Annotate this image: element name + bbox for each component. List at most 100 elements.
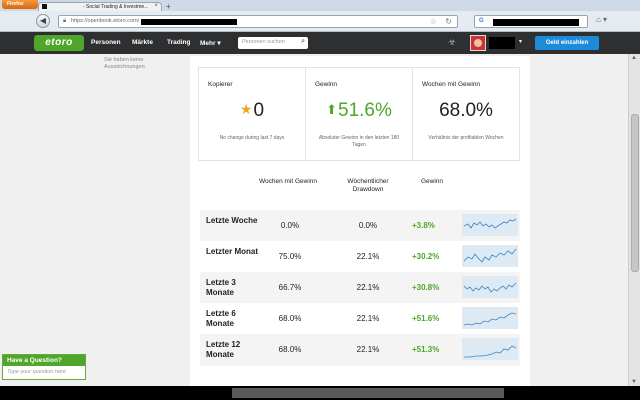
weeks-with-gain-cell: 0.0% bbox=[280, 221, 300, 230]
header-weeks-with-gain: Wochen mit Gewinn bbox=[258, 178, 318, 185]
back-icon[interactable]: ◀ bbox=[36, 14, 50, 28]
star-icon: ★ bbox=[239, 101, 253, 117]
weeks-with-gain-cell: 68.0% bbox=[278, 314, 302, 323]
menu-personen[interactable]: Personen bbox=[91, 39, 121, 46]
url-redacted bbox=[141, 19, 237, 25]
drawdown-cell: 0.0% bbox=[358, 221, 378, 230]
browser-navbar: - Social Trading & Investme... × + ◀ 🔒︎ … bbox=[0, 2, 640, 32]
weeks-with-gain-cell: 75.0% bbox=[278, 252, 302, 261]
stat-copiers: Kopierer ★0 No change during last 7 days bbox=[199, 68, 306, 160]
menu-mehr-label: Mehr bbox=[200, 40, 216, 47]
search-icon[interactable]: ⌕ bbox=[301, 38, 305, 46]
gain-cell: +51.3% bbox=[412, 345, 440, 354]
lock-icon: 🔒︎ bbox=[63, 18, 67, 24]
stat-gain: Gewinn ⬆51.6% Absoluter Gewinn in den le… bbox=[306, 68, 413, 160]
period-label: Letzte 6 Monate bbox=[206, 309, 236, 328]
stats-summary: Kopierer ★0 No change during last 7 days… bbox=[198, 67, 520, 161]
menu-trading[interactable]: Trading bbox=[167, 39, 190, 46]
menu-maerkte[interactable]: Märkte bbox=[132, 39, 153, 46]
period-label: Letzter Monat bbox=[206, 247, 258, 256]
avatar[interactable] bbox=[470, 35, 486, 51]
table-row: Letzter Monat 75.0% 22.1% +30.2% bbox=[200, 241, 520, 273]
etoro-logo[interactable]: etoro bbox=[34, 35, 84, 51]
question-input[interactable]: Type your question here bbox=[7, 369, 66, 375]
notifications-icon[interactable]: ☣ bbox=[448, 37, 456, 48]
deposit-button[interactable]: Geld einzahlen bbox=[535, 36, 599, 50]
sparkline-chart bbox=[462, 338, 518, 360]
scroll-up-icon[interactable]: ▲ bbox=[631, 55, 637, 61]
scroll-thumb[interactable] bbox=[631, 114, 639, 272]
copiers-value: 0 bbox=[253, 100, 265, 121]
new-tab-icon[interactable]: + bbox=[166, 2, 171, 11]
user-menu-chevron-icon[interactable]: ▾ bbox=[519, 38, 522, 45]
question-widget-title[interactable]: Have a Question? bbox=[3, 355, 85, 366]
header-weekly-drawdown: Wöchentlicher Drawdown bbox=[347, 178, 389, 193]
browser-tab[interactable]: - Social Trading & Investme... × bbox=[38, 2, 162, 11]
tab-favicon-icon bbox=[42, 4, 47, 9]
gain-cell: +3.8% bbox=[412, 221, 435, 230]
firefox-menu-button[interactable]: Firefox bbox=[2, 0, 38, 9]
sparkline-chart bbox=[462, 245, 518, 267]
url-text: https://openbook.etoro.com/ bbox=[71, 18, 140, 24]
stat-label: Wochen mit Gewinn bbox=[422, 81, 481, 88]
scroll-down-icon[interactable]: ▼ bbox=[631, 379, 637, 385]
gain-cell: +51.6% bbox=[412, 314, 440, 323]
table-row: Letzte 3 Monate 66.7% 22.1% +30.8% bbox=[200, 272, 520, 304]
taskbar-window-button[interactable] bbox=[232, 388, 504, 398]
weeks-with-gain-cell: 66.7% bbox=[278, 283, 302, 292]
gain-value: 30.8% bbox=[416, 283, 440, 292]
stat-description: No change during last 7 days bbox=[219, 135, 285, 141]
stat-profitable-weeks: Wochen mit Gewinn 68.0% Verhältnis der p… bbox=[413, 68, 519, 160]
arrow-up-icon: ⬆ bbox=[326, 102, 338, 117]
gain-value: 51.6% bbox=[338, 100, 392, 121]
people-search-input[interactable]: Personen suchen ⌕ bbox=[238, 37, 308, 49]
gain-value: 51.3% bbox=[416, 345, 440, 354]
tab-close-icon[interactable]: × bbox=[154, 3, 158, 9]
gain-value: 3.8% bbox=[416, 221, 435, 230]
home-icon[interactable]: ⌂ ▾ bbox=[596, 15, 607, 24]
table-row: Letzte Woche 0.0% 0.0% +3.8% bbox=[200, 210, 520, 242]
username-redacted[interactable] bbox=[489, 37, 515, 49]
avatar-face bbox=[474, 39, 482, 47]
url-bar[interactable]: 🔒︎ https://openbook.etoro.com/ ☆ ↻ bbox=[58, 15, 458, 28]
awards-note: Sie haben keine Auszeichnungen bbox=[104, 57, 145, 70]
period-label: Letzte 3 Monate bbox=[206, 278, 236, 297]
sparkline-chart bbox=[462, 214, 518, 236]
period-label: Letzte 12 Monate bbox=[206, 340, 241, 359]
gain-cell: +30.2% bbox=[412, 252, 440, 261]
header-gain: Gewinn bbox=[420, 178, 444, 185]
chevron-down-icon: ▾ bbox=[217, 40, 221, 47]
gain-value: 51.6% bbox=[416, 314, 440, 323]
reload-icon[interactable]: ↻ bbox=[445, 17, 452, 26]
table-row: Letzte 6 Monate 68.0% 22.1% +51.6% bbox=[200, 303, 520, 335]
stat-value: ★0 bbox=[199, 100, 305, 122]
tab-title: - Social Trading & Investme... bbox=[83, 4, 149, 10]
site-header: etoro Personen Märkte Trading Mehr ▾ Per… bbox=[0, 32, 640, 54]
browser-search-box[interactable]: G bbox=[474, 15, 588, 28]
stat-value: 68.0% bbox=[439, 100, 493, 121]
period-label: Letzte Woche bbox=[206, 216, 258, 225]
search-redacted bbox=[493, 19, 579, 26]
weeks-with-gain-cell: 68.0% bbox=[278, 345, 302, 354]
stat-label: Kopierer bbox=[208, 81, 233, 88]
people-search-placeholder: Personen suchen bbox=[242, 39, 285, 45]
table-row: Letzte 12 Monate 68.0% 22.1% +51.3% bbox=[200, 334, 520, 366]
taskbar bbox=[0, 386, 640, 400]
drawdown-cell: 22.1% bbox=[356, 345, 380, 354]
gain-value: 30.2% bbox=[416, 252, 440, 261]
gain-cell: +30.8% bbox=[412, 283, 440, 292]
stat-description: Absoluter Gewinn in den letzten 180 Tage… bbox=[318, 135, 400, 148]
bookmark-star-icon[interactable]: ☆ bbox=[430, 17, 437, 26]
google-icon: G bbox=[479, 18, 484, 24]
stat-label: Gewinn bbox=[315, 81, 338, 88]
sparkline-chart bbox=[462, 276, 518, 298]
drawdown-cell: 22.1% bbox=[356, 283, 380, 292]
vertical-scrollbar[interactable]: ▲ ▼ bbox=[628, 54, 640, 386]
stat-value: ⬆51.6% bbox=[306, 100, 412, 122]
drawdown-cell: 22.1% bbox=[356, 252, 380, 261]
stat-description: Verhältnis der profitablen Wochen bbox=[428, 135, 504, 141]
drawdown-cell: 22.1% bbox=[356, 314, 380, 323]
question-widget[interactable]: Have a Question? Type your question here bbox=[2, 354, 86, 380]
menu-mehr[interactable]: Mehr ▾ bbox=[200, 39, 221, 47]
sparkline-chart bbox=[462, 307, 518, 329]
